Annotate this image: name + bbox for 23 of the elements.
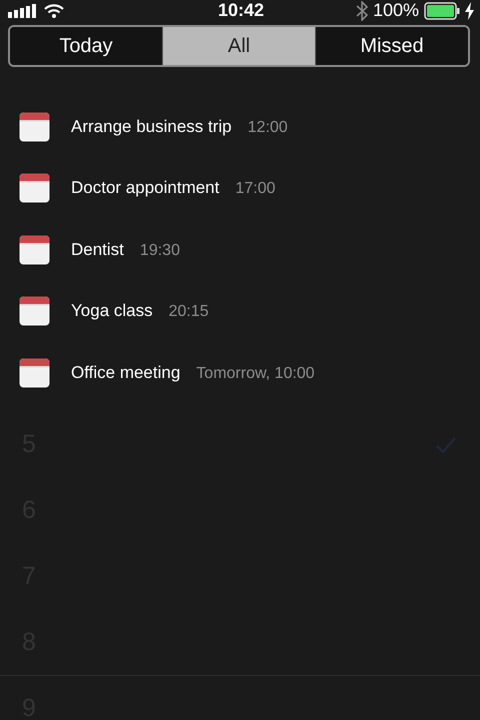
segment-tab[interactable]: All <box>162 27 315 65</box>
event-title: Arrange business trip <box>71 116 232 137</box>
calendar-icon <box>19 358 50 388</box>
event-title: Yoga class <box>71 301 153 322</box>
calendar-icon <box>19 296 50 326</box>
bluetooth-icon <box>356 0 368 20</box>
segment-tab[interactable]: Missed <box>315 27 468 65</box>
battery-percentage: 100% <box>372 0 419 21</box>
calendar-icon <box>19 173 50 204</box>
battery-icon <box>424 2 460 20</box>
calendar-icon <box>19 234 50 265</box>
calendar-icon <box>19 112 50 142</box>
event-title: Dentist <box>71 240 124 260</box>
signal-icon <box>8 4 38 18</box>
event-time: Tomorrow, 10:00 <box>196 364 315 383</box>
event-time: 20:15 <box>168 303 209 322</box>
event-title: Office meeting <box>71 362 180 383</box>
event-title: Doctor appointment <box>71 178 220 198</box>
clock-time: 10:42 <box>218 0 264 21</box>
event-time: 19:30 <box>140 242 180 260</box>
event-time: 12:00 <box>248 118 288 137</box>
event-time: 17:00 <box>235 180 276 198</box>
wifi-icon <box>44 4 64 18</box>
